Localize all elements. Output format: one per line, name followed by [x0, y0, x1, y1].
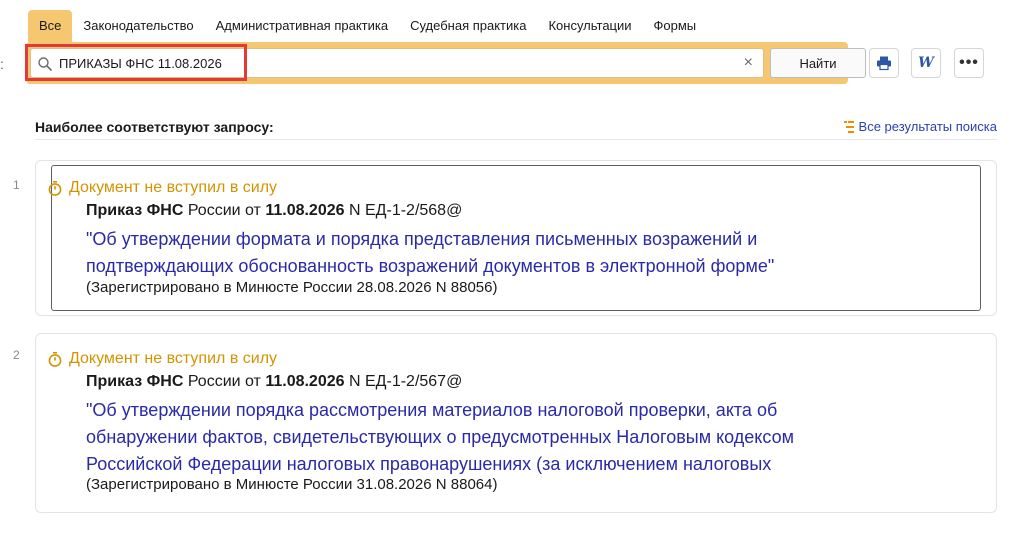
- doc-title-line: обнаружении фактов, свидетельствующих о …: [86, 427, 794, 447]
- doc-title-line: "Об утверждении порядка рассмотрения мат…: [86, 400, 778, 420]
- result-number: 2: [13, 348, 20, 362]
- search-icon: [38, 57, 52, 71]
- doc-registration: (Зарегистрировано в Минюсте России 28.08…: [86, 279, 498, 296]
- print-icon: [877, 56, 891, 71]
- tab-administrative-practice[interactable]: Административная практика: [205, 10, 399, 42]
- all-results-link[interactable]: Все результаты поиска: [843, 119, 997, 134]
- word-export-button[interactable]: W: [911, 48, 941, 78]
- doc-date: 11.08.2026: [265, 202, 345, 219]
- tab-forms[interactable]: Формы: [643, 10, 708, 42]
- left-edge-glyph: :: [0, 56, 4, 72]
- doc-title-line: подтверждающих обоснованность возражений…: [86, 256, 775, 276]
- tab-legislation[interactable]: Законодательство: [72, 10, 204, 42]
- more-icon: •••: [959, 54, 979, 71]
- doc-header: Приказ ФНС России от 11.08.2026 N ЕД-1-2…: [86, 373, 462, 391]
- clear-icon[interactable]: ×: [744, 54, 753, 72]
- tab-judicial-practice[interactable]: Судебная практика: [399, 10, 537, 42]
- doc-type: Приказ ФНС: [86, 373, 184, 390]
- tab-consultations[interactable]: Консультации: [537, 10, 642, 42]
- doc-type: Приказ ФНС: [86, 202, 184, 219]
- doc-number: N ЕД-1-2/567@: [344, 373, 463, 390]
- doc-issuer: России от: [183, 202, 266, 219]
- search-field[interactable]: ×: [30, 48, 764, 78]
- doc-registration: (Зарегистрировано в Минюсте России 31.08…: [86, 476, 498, 493]
- more-button[interactable]: •••: [954, 48, 984, 78]
- doc-number: N ЕД-1-2/568@: [344, 202, 463, 219]
- stopwatch-icon: [48, 180, 62, 196]
- divider: [35, 139, 997, 140]
- search-input[interactable]: [59, 49, 719, 77]
- search-tabs: Все Законодательство Административная пр…: [28, 10, 707, 42]
- doc-title-link[interactable]: "Об утверждении формата и порядка предст…: [86, 226, 966, 280]
- doc-title-line: Российской Федерации налоговых правонару…: [86, 454, 772, 474]
- result-status: Документ не вступил в силу: [48, 350, 277, 368]
- search-bar: × Найти: [26, 42, 866, 84]
- all-results-label: Все результаты поиска: [858, 119, 997, 134]
- word-icon: W: [918, 55, 934, 71]
- list-icon: [843, 120, 854, 133]
- doc-issuer: России от: [183, 373, 266, 390]
- status-label: Документ не вступил в силу: [69, 350, 278, 367]
- status-label: Документ не вступил в силу: [69, 179, 278, 196]
- doc-date: 11.08.2026: [265, 373, 345, 390]
- print-button[interactable]: [869, 48, 899, 78]
- doc-title-link[interactable]: "Об утверждении порядка рассмотрения мат…: [86, 397, 966, 478]
- doc-header: Приказ ФНС России от 11.08.2026 N ЕД-1-2…: [86, 202, 462, 220]
- tab-all[interactable]: Все: [28, 10, 73, 42]
- find-button[interactable]: Найти: [770, 48, 866, 78]
- result-status: Документ не вступил в силу: [48, 179, 277, 197]
- stopwatch-icon: [48, 351, 62, 367]
- result-number: 1: [13, 178, 20, 192]
- doc-title-line: "Об утверждении формата и порядка предст…: [86, 229, 758, 249]
- section-title: Наиболее соответствуют запросу:: [35, 119, 274, 135]
